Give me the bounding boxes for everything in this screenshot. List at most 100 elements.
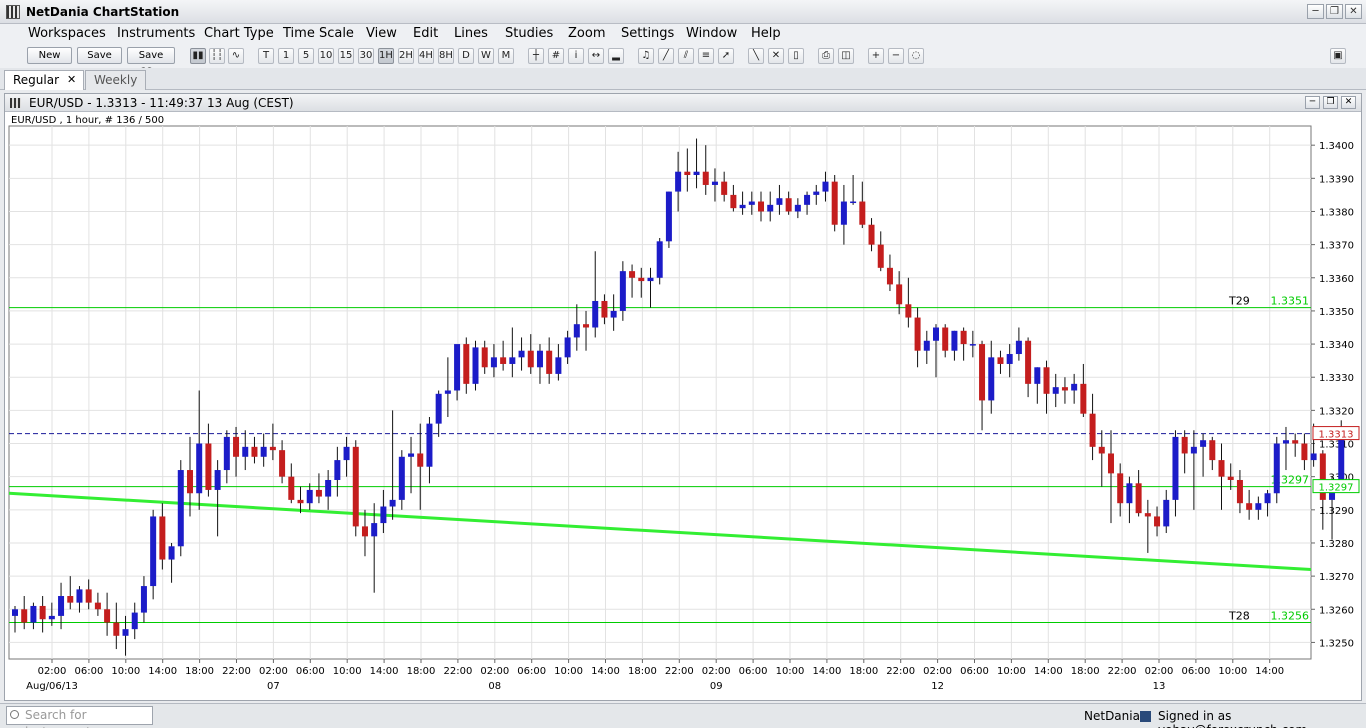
chart-close-icon[interactable]: ✕ bbox=[1341, 96, 1356, 109]
zoom-reset-icon[interactable]: ◌ bbox=[908, 48, 924, 64]
candle-body bbox=[960, 330, 967, 345]
menu-instruments[interactable]: Instruments bbox=[117, 26, 195, 41]
candle-body bbox=[1292, 440, 1299, 444]
tf-4h[interactable]: 4H bbox=[418, 48, 434, 64]
tf-10[interactable]: 10 bbox=[318, 48, 334, 64]
menu-workspaces[interactable]: Workspaces bbox=[28, 26, 106, 41]
grid-icon[interactable]: # bbox=[548, 48, 564, 64]
tf-8h[interactable]: 8H bbox=[438, 48, 454, 64]
menu-edit[interactable]: Edit bbox=[413, 26, 438, 41]
x-tick-label: 06:00 bbox=[1181, 666, 1210, 677]
line-chart-icon[interactable]: ∿ bbox=[228, 48, 244, 64]
search-input[interactable]: Search for instrument bbox=[6, 706, 153, 728]
print-icon[interactable]: ⎙ bbox=[818, 48, 834, 64]
candle-body bbox=[997, 357, 1004, 364]
line-value-box-text: 1.3297 bbox=[1319, 483, 1354, 494]
candle-body bbox=[923, 340, 930, 351]
tf-m[interactable]: M bbox=[498, 48, 514, 64]
tf-30[interactable]: 30 bbox=[358, 48, 374, 64]
candle-body bbox=[1117, 473, 1124, 504]
menu-chart-type[interactable]: Chart Type bbox=[204, 26, 274, 41]
candle-body bbox=[444, 390, 451, 394]
menu-window[interactable]: Window bbox=[686, 26, 737, 41]
y-tick-label: 1.3320 bbox=[1319, 406, 1354, 417]
menu-studies[interactable]: Studies bbox=[505, 26, 553, 41]
candle-body bbox=[536, 350, 543, 368]
menu-time-scale[interactable]: Time Scale bbox=[283, 26, 354, 41]
y-tick-label: 1.3290 bbox=[1319, 506, 1354, 517]
menu-settings[interactable]: Settings bbox=[621, 26, 674, 41]
candle-body bbox=[186, 470, 193, 494]
tab-close-icon[interactable]: ✕ bbox=[67, 71, 76, 89]
tf-5[interactable]: 5 bbox=[298, 48, 314, 64]
candle-body bbox=[233, 436, 240, 457]
candle-body bbox=[1264, 493, 1271, 504]
candle-body bbox=[39, 605, 46, 620]
crosshair-icon[interactable]: ┼ bbox=[528, 48, 544, 64]
candle-body bbox=[94, 602, 101, 610]
tf-1h[interactable]: 1H bbox=[378, 48, 394, 64]
volume-icon[interactable]: ▂ bbox=[608, 48, 624, 64]
tf-d[interactable]: D bbox=[458, 48, 474, 64]
menu-help[interactable]: Help bbox=[751, 26, 781, 41]
draw-line-icon[interactable]: ╲ bbox=[748, 48, 764, 64]
close-icon[interactable]: ✕ bbox=[1345, 4, 1362, 19]
pointer-icon[interactable]: ➚ bbox=[718, 48, 734, 64]
tab-regular[interactable]: Regular ✕ bbox=[4, 70, 84, 90]
y-tick-label: 1.3280 bbox=[1319, 539, 1354, 550]
bars-icon[interactable]: ▯ bbox=[788, 48, 804, 64]
fibonacci-icon[interactable]: ≡ bbox=[698, 48, 714, 64]
minimize-icon[interactable]: ─ bbox=[1307, 4, 1324, 19]
save-as-button[interactable]: Save as... bbox=[127, 47, 175, 76]
candle-body bbox=[214, 470, 221, 490]
trendline-icon[interactable]: ╱ bbox=[658, 48, 674, 64]
x-tick-label: 22:00 bbox=[443, 666, 472, 677]
menu-view[interactable]: View bbox=[366, 26, 397, 41]
candle-body bbox=[527, 350, 534, 368]
info-icon[interactable]: i bbox=[568, 48, 584, 64]
bell-icon[interactable]: ♫ bbox=[638, 48, 654, 64]
panel-toggle-icon[interactable]: ▣ bbox=[1330, 48, 1346, 64]
candle-body bbox=[1098, 446, 1105, 454]
horizontal-line-value: 1.3351 bbox=[1271, 295, 1310, 308]
candle-body bbox=[131, 612, 138, 630]
zoom-out-icon[interactable]: − bbox=[888, 48, 904, 64]
candle-body bbox=[1301, 443, 1308, 461]
chart-window: EUR/USD - 1.3313 - 11:49:37 13 Aug (CEST… bbox=[4, 93, 1362, 701]
tf-2h[interactable]: 2H bbox=[398, 48, 414, 64]
menu-lines[interactable]: Lines bbox=[454, 26, 488, 41]
menu-zoom[interactable]: Zoom bbox=[568, 26, 605, 41]
restore-icon[interactable]: ❐ bbox=[1326, 4, 1343, 19]
candle-body bbox=[398, 456, 405, 500]
delete-icon[interactable]: ✕ bbox=[768, 48, 784, 64]
channel-icon[interactable]: ⫽ bbox=[678, 48, 694, 64]
price-chart[interactable]: 1.32501.32601.32701.32801.32901.33001.33… bbox=[5, 112, 1361, 700]
bar-chart-icon[interactable]: ┆┆ bbox=[209, 48, 225, 64]
candle-body bbox=[1144, 513, 1151, 517]
x-tick-label: 14:00 bbox=[591, 666, 620, 677]
candle-body bbox=[933, 327, 939, 341]
tf-1[interactable]: 1 bbox=[278, 48, 294, 64]
tab-weekly[interactable]: Weekly bbox=[85, 70, 146, 90]
x-tick-label: 02:00 bbox=[38, 666, 67, 677]
candle-body bbox=[905, 304, 912, 318]
tf-15[interactable]: 15 bbox=[338, 48, 354, 64]
candle-body bbox=[1227, 476, 1234, 480]
tf-tick[interactable]: T bbox=[258, 48, 274, 64]
candlestick-icon[interactable]: ▮▮ bbox=[190, 48, 206, 64]
scroll-icon[interactable]: ↔ bbox=[588, 48, 604, 64]
app-logo-icon bbox=[6, 5, 20, 19]
candle-body bbox=[104, 609, 111, 623]
chart-restore-icon[interactable]: ❐ bbox=[1323, 96, 1338, 109]
candle-body bbox=[721, 181, 728, 195]
tf-w[interactable]: W bbox=[478, 48, 494, 64]
print-preview-icon[interactable]: ◫ bbox=[838, 48, 854, 64]
zoom-in-icon[interactable]: + bbox=[868, 48, 884, 64]
candle-body bbox=[758, 201, 765, 212]
chart-minimize-icon[interactable]: ─ bbox=[1305, 96, 1320, 109]
x-tick-label: 02:00 bbox=[1145, 666, 1174, 677]
new-button[interactable]: New bbox=[27, 47, 72, 64]
chart-subtitle: EUR/USD , 1 hour, # 136 / 500 bbox=[11, 115, 164, 126]
candle-body bbox=[1061, 387, 1068, 391]
save-button[interactable]: Save bbox=[77, 47, 122, 64]
